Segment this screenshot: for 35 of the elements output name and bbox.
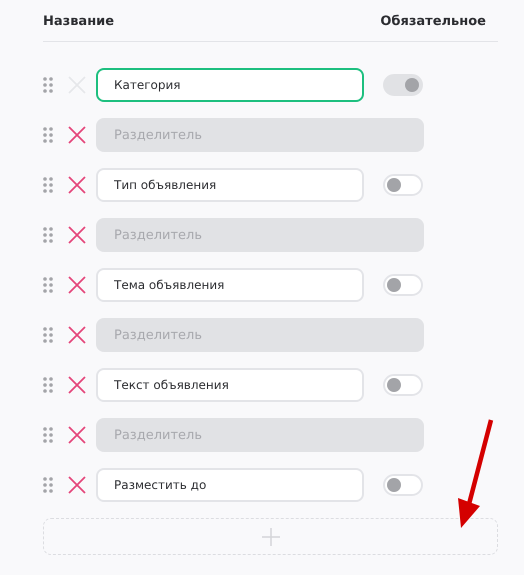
toggle-switch[interactable] (383, 174, 423, 196)
drag-handle-icon[interactable] (43, 327, 53, 343)
drag-handle-icon[interactable] (43, 377, 53, 393)
delete-icon[interactable] (68, 276, 86, 294)
separator-field[interactable]: Разделитель (96, 218, 424, 252)
toggle-switch[interactable] (383, 274, 423, 296)
input-field[interactable]: Тема объявления (96, 268, 364, 302)
delete-icon[interactable] (68, 426, 86, 444)
input-field[interactable]: Текст объявления (96, 368, 364, 402)
delete-icon[interactable] (68, 326, 86, 344)
add-button[interactable] (43, 518, 498, 555)
column-header: Название (43, 14, 114, 29)
delete-icon[interactable] (68, 376, 86, 394)
toggle-switch[interactable] (383, 374, 423, 396)
delete-icon[interactable] (68, 226, 86, 244)
delete-icon[interactable] (68, 126, 86, 144)
toggle-switch[interactable] (383, 74, 423, 96)
input-field[interactable]: Тип объявления (96, 168, 364, 202)
drag-handle-icon[interactable] (43, 227, 53, 243)
plus-icon (262, 528, 280, 546)
drag-handle-icon[interactable] (43, 277, 53, 293)
drag-handle-icon[interactable] (43, 427, 53, 443)
toggle-switch[interactable] (383, 474, 423, 496)
input-field[interactable]: Разместить до (96, 468, 364, 502)
input-field[interactable]: Категория (96, 68, 364, 102)
delete-icon[interactable] (68, 476, 86, 494)
delete-icon[interactable] (68, 176, 86, 194)
drag-handle-icon[interactable] (43, 177, 53, 193)
drag-handle-icon[interactable] (43, 477, 53, 493)
drag-handle-icon[interactable] (43, 127, 53, 143)
drag-handle-icon[interactable] (43, 77, 53, 93)
separator-field[interactable]: Разделитель (96, 318, 424, 352)
separator-field[interactable]: Разделитель (96, 118, 424, 152)
separator-field[interactable]: Разделитель (96, 418, 424, 452)
column-header: Обязательное (380, 14, 486, 29)
